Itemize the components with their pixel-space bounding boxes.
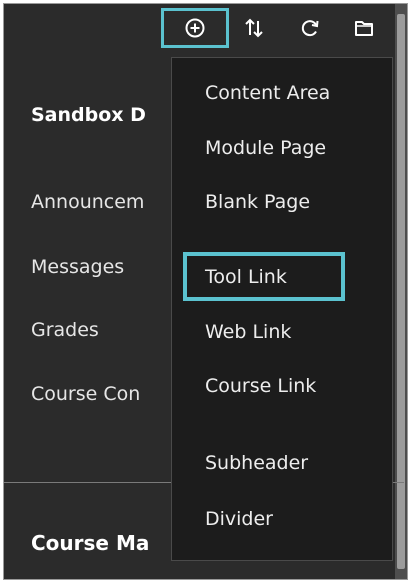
scrollbar[interactable]: [395, 4, 407, 579]
course-menu-panel: Sandbox D Announcem Messages Grades Cour…: [3, 3, 408, 580]
add-menu-item-button[interactable]: [161, 8, 229, 48]
menu-item-web-link[interactable]: Web Link: [205, 321, 291, 343]
add-menu-dropdown: Content Area Module Page Blank Page Tool…: [171, 57, 393, 561]
menu-item-divider[interactable]: Divider: [205, 508, 273, 530]
sort-icon: [245, 18, 263, 38]
nav-item-announcements[interactable]: Announcem: [31, 191, 144, 213]
folder-icon: [355, 21, 373, 36]
folder-view-button[interactable]: [346, 10, 382, 46]
course-title[interactable]: Sandbox D: [31, 104, 146, 126]
menu-item-blank-page[interactable]: Blank Page: [205, 191, 310, 213]
menu-item-tool-link[interactable]: Tool Link: [205, 266, 287, 288]
course-menu-toolbar: [4, 4, 407, 54]
nav-item-course-content[interactable]: Course Con: [31, 383, 140, 405]
section-title[interactable]: Course Ma: [31, 531, 149, 555]
refresh-button[interactable]: [292, 10, 328, 46]
nav-item-messages[interactable]: Messages: [31, 256, 124, 278]
nav-item-grades[interactable]: Grades: [31, 319, 99, 341]
reorder-button[interactable]: [236, 10, 272, 46]
refresh-icon: [301, 20, 319, 37]
menu-item-course-link[interactable]: Course Link: [205, 375, 316, 397]
menu-item-module-page[interactable]: Module Page: [205, 137, 326, 159]
menu-item-subheader[interactable]: Subheader: [205, 452, 308, 474]
menu-item-content-area[interactable]: Content Area: [205, 82, 330, 104]
add-circle-icon: [185, 18, 205, 38]
scrollbar-thumb[interactable]: [397, 14, 405, 569]
